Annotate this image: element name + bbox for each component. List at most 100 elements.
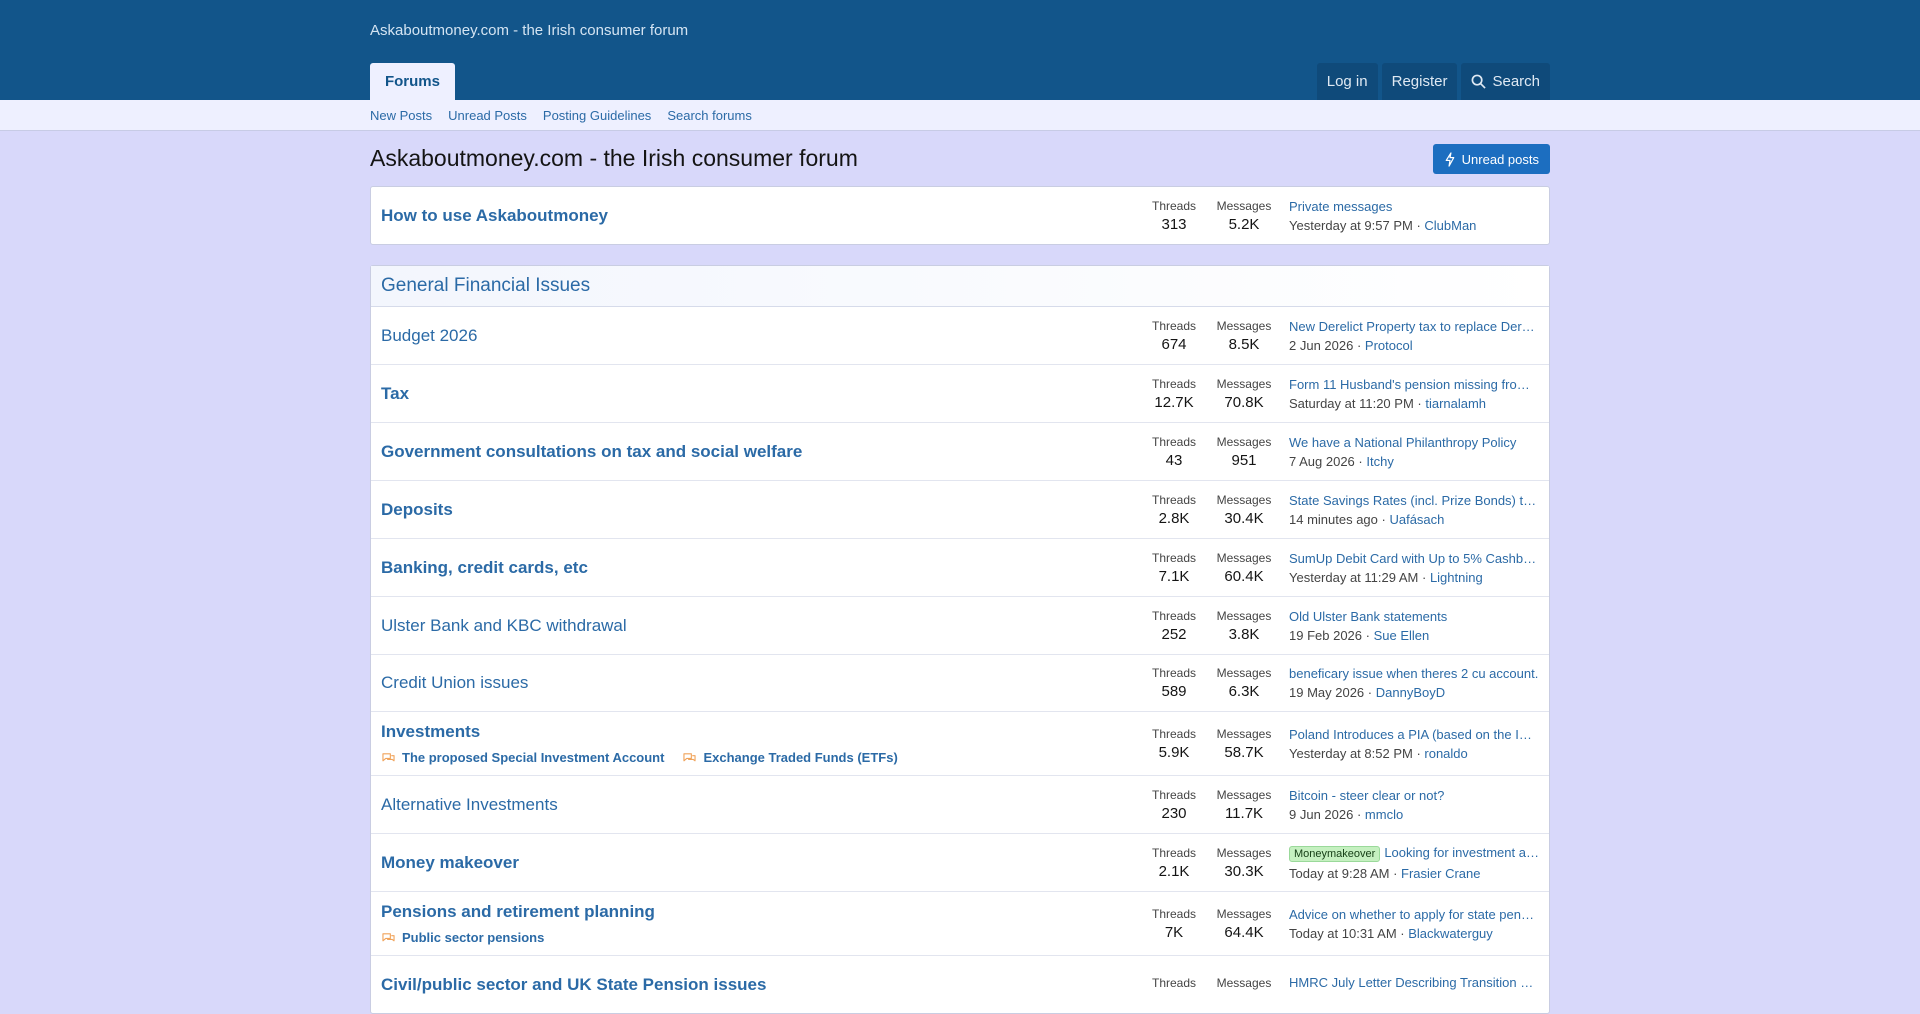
last-post-date: Saturday at 11:20 PM (1289, 395, 1414, 411)
forum-row: Alternative Investments Threads 230 Message… (371, 775, 1549, 833)
last-post-date: Yesterday at 8:52 PM (1289, 745, 1413, 761)
last-post-user[interactable]: Protocol (1365, 338, 1413, 353)
subforum-label: Public sector pensions (402, 930, 545, 945)
messages-label: Messages (1216, 666, 1272, 680)
threads-label: Threads (1151, 726, 1197, 741)
last-post-user[interactable]: ClubMan (1424, 218, 1476, 233)
last-post-title[interactable]: beneficary issue when theres 2 cu accoun… (1289, 666, 1538, 681)
forum-title[interactable]: Banking, credit cards, etc (381, 558, 588, 577)
last-post-date: 7 Aug 2026 (1289, 453, 1355, 469)
forum-stats: Threads 2.1K Messages 30.3K (1139, 846, 1279, 880)
register-button[interactable]: Register (1381, 63, 1458, 100)
login-button[interactable]: Log in (1316, 63, 1378, 100)
subforum-link[interactable]: The proposed Special Investment Account (381, 750, 664, 765)
messages-count: 6.3K (1228, 683, 1260, 700)
subforum-link[interactable]: Public sector pensions (381, 930, 544, 945)
threads-label: Threads (1151, 906, 1197, 921)
forum-title[interactable]: How to use Askaboutmoney (381, 206, 608, 225)
last-post-user[interactable]: mmclo (1365, 807, 1403, 822)
meta-separator: · (1364, 685, 1376, 700)
last-post-title[interactable]: Form 11 Husband's pension missing from j… (1289, 377, 1539, 392)
forum-row: Ulster Bank and KBC withdrawal Threads 252… (371, 596, 1549, 654)
forum-stats: Threads 252 Messages 3.8K (1139, 609, 1279, 643)
category-block: General Financial Issues Budget 2026 Thre… (370, 265, 1550, 1014)
subnav-posting-guidelines[interactable]: Posting Guidelines (543, 108, 651, 123)
threads-label: Threads (1151, 845, 1197, 860)
last-post-title[interactable]: Old Ulster Bank statements (1289, 609, 1447, 624)
last-post-title[interactable]: Looking for investment and pension advic… (1384, 845, 1539, 860)
meta-separator: · (1389, 865, 1402, 881)
forum-stats: Threads 7.1K Messages 60.4K (1139, 551, 1279, 585)
unread-posts-button[interactable]: Unread posts (1432, 144, 1550, 174)
last-post: We have a National Philanthropy Policy 7 … (1289, 435, 1549, 469)
last-post-user[interactable]: tiarnalamh (1425, 396, 1486, 411)
search-button[interactable]: Search (1461, 63, 1550, 100)
last-post-title[interactable]: Poland Introduces a PIA (based on the IS… (1289, 727, 1539, 742)
forum-title[interactable]: Tax (381, 384, 409, 403)
subnav-search-forums[interactable]: Search forums (667, 108, 752, 123)
last-post-date: Yesterday at 9:57 PM (1289, 217, 1413, 233)
site-title-link[interactable]: Askaboutmoney.com - the Irish consumer f… (370, 22, 688, 39)
forum-title[interactable]: Money makeover (381, 853, 519, 872)
last-post-user[interactable]: Lightning (1430, 570, 1483, 585)
subforum-label: Exchange Traded Funds (ETFs) (703, 750, 898, 765)
messages-label: Messages (1216, 550, 1272, 565)
forum-title[interactable]: Civil/public sector and UK State Pension… (381, 975, 766, 994)
messages-count: 64.4K (1224, 923, 1264, 941)
last-post-title[interactable]: Advice on whether to apply for state pen… (1289, 907, 1539, 922)
chat-bubble-icon (382, 752, 395, 761)
forum-title[interactable]: Budget 2026 (381, 326, 477, 345)
forum-stats: Threads 43 Messages 951 (1139, 435, 1279, 469)
forum-title[interactable]: Alternative Investments (381, 795, 558, 814)
thread-prefix-badge[interactable]: Moneymakeover (1289, 845, 1381, 862)
messages-label: Messages (1216, 376, 1272, 391)
threads-count: 7.1K (1158, 567, 1190, 585)
chat-bubble-icon (382, 932, 395, 941)
forum-row: Money makeover Threads 2.1K Messages 30.3K Mo… (371, 833, 1549, 891)
last-post-user[interactable]: DannyBoyD (1376, 685, 1445, 700)
last-post-date: 19 May 2026 (1289, 685, 1365, 700)
last-post-title[interactable]: HMRC July Letter Describing Transition F… (1289, 975, 1539, 990)
forum-stats: Threads Messages (1139, 976, 1279, 993)
last-post-title[interactable]: State Savings Rates (incl. Prize Bonds) … (1289, 493, 1539, 508)
threads-count: 43 (1165, 451, 1183, 469)
tab-forums[interactable]: Forums (370, 63, 455, 100)
user-nav: Log in Register Search (1316, 63, 1550, 100)
messages-label: Messages (1216, 198, 1272, 213)
last-post-date: 2 Jun 2026 (1289, 337, 1354, 353)
subnav-new-posts[interactable]: New Posts (370, 108, 432, 123)
forum-title[interactable]: Credit Union issues (381, 673, 528, 692)
meta-separator: · (1362, 627, 1374, 643)
threads-count: 313 (1161, 215, 1187, 233)
forum-title[interactable]: Investments (381, 722, 480, 741)
last-post-title[interactable]: SumUp Debit Card with Up to 5% Cashback (1289, 551, 1539, 566)
last-post-title[interactable]: Bitcoin - steer clear or not? (1289, 788, 1444, 803)
last-post-user[interactable]: Sue Ellen (1374, 628, 1430, 643)
last-post-title[interactable]: New Derelict Property tax to replace Der… (1289, 319, 1539, 334)
meta-separator: · (1412, 217, 1425, 233)
meta-separator: · (1377, 511, 1390, 527)
last-post-title[interactable]: We have a National Philanthropy Policy (1289, 435, 1516, 450)
messages-count: 11.7K (1224, 804, 1264, 822)
messages-label: Messages (1216, 608, 1272, 623)
last-post-title[interactable]: Private messages (1289, 199, 1539, 214)
threads-label: Threads (1151, 492, 1197, 507)
forum-title[interactable]: Deposits (381, 500, 453, 519)
forum-title[interactable]: Government consultations on tax and soci… (381, 442, 802, 461)
category-title[interactable]: General Financial Issues (371, 266, 1549, 307)
last-post-user[interactable]: Blackwaterguy (1408, 926, 1493, 941)
last-post: Poland Introduces a PIA (based on the IS… (1289, 727, 1549, 761)
last-post-user[interactable]: Frasier Crane (1401, 866, 1480, 881)
forum-title[interactable]: Pensions and retirement planning (381, 902, 655, 921)
forum-row: Credit Union issues Threads 589 Messages 6.3… (371, 654, 1549, 711)
threads-label: Threads (1151, 198, 1197, 213)
subforum-link[interactable]: Exchange Traded Funds (ETFs) (682, 750, 898, 765)
last-post-user[interactable]: Itchy (1366, 454, 1393, 469)
forum-stats: Threads 7K Messages 64.4K (1139, 907, 1279, 941)
last-post-user[interactable]: Uafásach (1389, 512, 1444, 527)
site-header: Askaboutmoney.com - the Irish consumer f… (0, 0, 1920, 100)
forum-title[interactable]: Ulster Bank and KBC withdrawal (381, 616, 627, 635)
messages-label: Messages (1216, 787, 1272, 802)
subnav-unread-posts[interactable]: Unread Posts (448, 108, 527, 123)
last-post-user[interactable]: ronaldo (1424, 746, 1467, 761)
